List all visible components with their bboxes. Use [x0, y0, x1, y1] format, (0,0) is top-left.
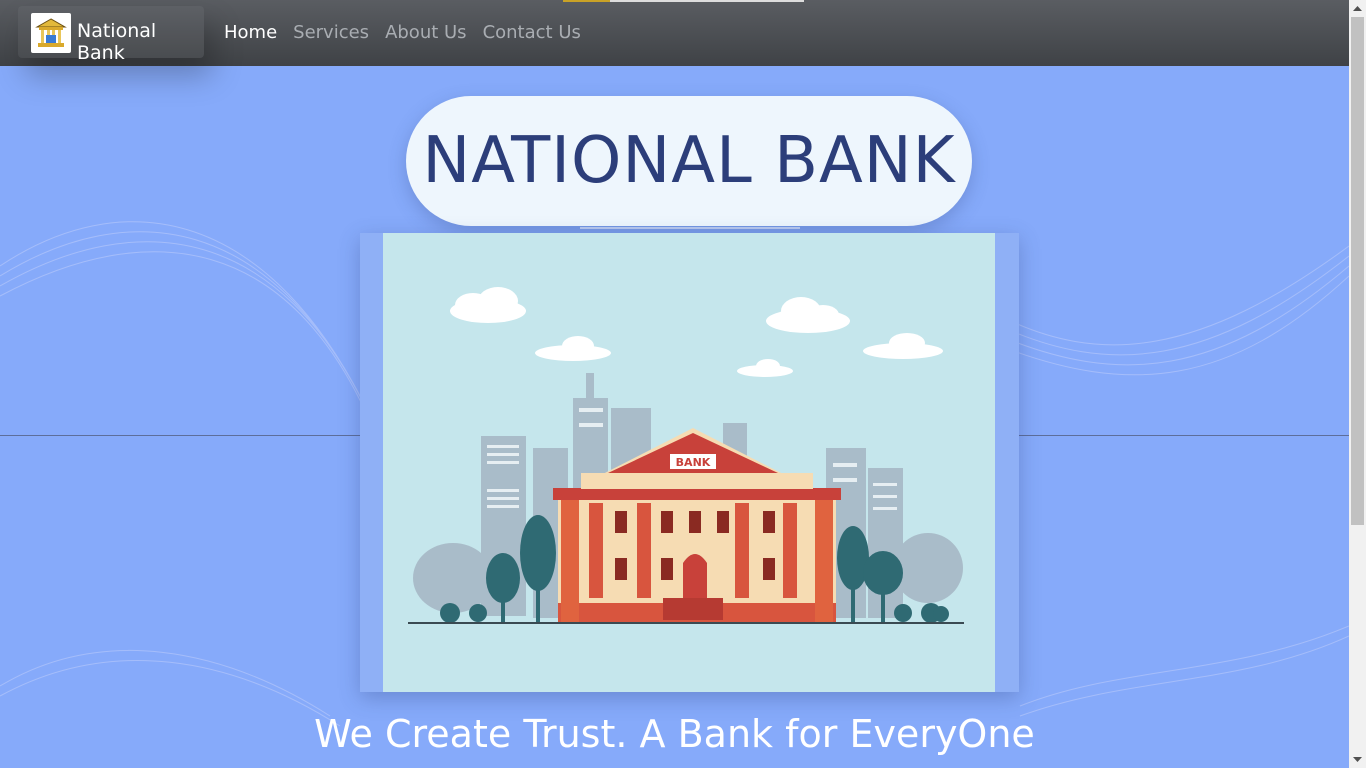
- scroll-up-arrow-icon[interactable]: [1349, 0, 1366, 17]
- illustration-bank-sign: BANK: [676, 456, 711, 469]
- page-title: NATIONAL BANK: [422, 124, 956, 198]
- hero-image-card: BANK: [360, 233, 1019, 692]
- hero-tagline: We Create Trust. A Bank for EveryOne: [314, 712, 1035, 756]
- vertical-scrollbar[interactable]: [1349, 0, 1366, 768]
- scroll-down-arrow-icon[interactable]: [1349, 751, 1366, 768]
- bank-logo-icon: [31, 13, 71, 53]
- navbar: National Bank Home Services About Us Con…: [0, 0, 1349, 66]
- scrollbar-thumb[interactable]: [1351, 17, 1364, 525]
- brand-name[interactable]: National Bank: [77, 20, 204, 64]
- nav-links: Home Services About Us Contact Us: [224, 22, 581, 43]
- brand[interactable]: National Bank: [18, 6, 204, 64]
- nav-link-about-us[interactable]: About Us: [385, 22, 467, 43]
- nav-link-contact-us[interactable]: Contact Us: [483, 22, 581, 43]
- title-underline: [580, 227, 800, 229]
- nav-link-home[interactable]: Home: [224, 22, 277, 43]
- hero-title-pill: NATIONAL BANK: [406, 96, 972, 226]
- bank-building-illustration: BANK: [383, 233, 995, 692]
- top-accent-bar: [563, 0, 804, 2]
- nav-link-services[interactable]: Services: [293, 22, 369, 43]
